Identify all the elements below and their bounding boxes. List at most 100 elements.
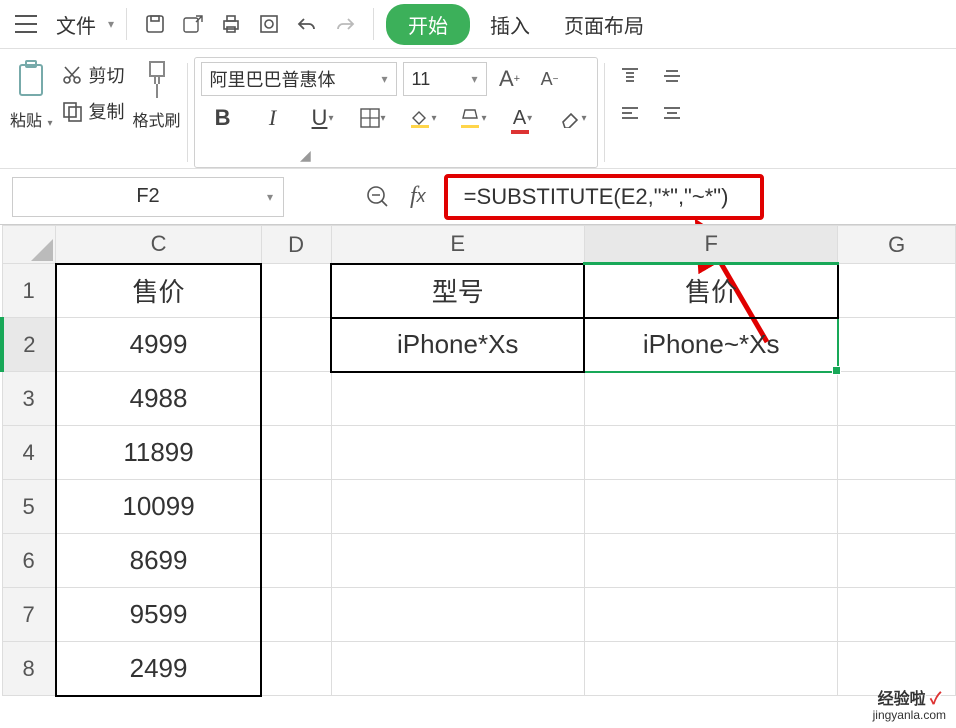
format-painter-button[interactable]: 格式刷 [133, 57, 181, 131]
col-header-f[interactable]: F [584, 226, 837, 264]
cell[interactable]: 8699 [56, 534, 261, 588]
col-header-e[interactable]: E [331, 226, 584, 264]
font-grow-button[interactable]: A+ [493, 62, 527, 96]
fx-icon[interactable]: fx [410, 181, 426, 213]
preview-icon[interactable] [253, 8, 285, 40]
row-header[interactable]: 4 [2, 426, 56, 480]
cell[interactable] [331, 480, 584, 534]
tab-layout[interactable]: 页面布局 [550, 4, 658, 45]
cell[interactable]: 2499 [56, 642, 261, 696]
underline-button[interactable]: U▾ [305, 100, 341, 136]
highlight-button[interactable]: ▾ [455, 100, 491, 136]
cell[interactable] [584, 534, 837, 588]
cell[interactable] [331, 372, 584, 426]
font-size-select[interactable]: 11▾ [403, 62, 487, 96]
cell[interactable] [584, 642, 837, 696]
align-group [611, 57, 691, 168]
tab-start[interactable]: 开始 [386, 4, 470, 45]
copy-button[interactable]: 复制 [57, 95, 129, 127]
cell[interactable] [584, 480, 837, 534]
col-header-c[interactable]: C [56, 226, 261, 264]
cell[interactable] [838, 642, 956, 696]
cell[interactable] [838, 372, 956, 426]
fmt-label: 格式刷 [133, 107, 181, 131]
chevron-down-icon: ▾ [471, 72, 477, 86]
cell[interactable] [261, 264, 331, 318]
cell[interactable] [261, 318, 331, 372]
cell[interactable] [261, 588, 331, 642]
save-icon[interactable] [139, 8, 171, 40]
cell[interactable] [838, 480, 956, 534]
cell[interactable]: 4988 [56, 372, 261, 426]
dialog-launcher-icon[interactable]: ◢ [300, 147, 311, 164]
align-left-button[interactable] [615, 101, 645, 127]
cell[interactable]: iPhone*Xs [331, 318, 584, 372]
cell[interactable] [261, 642, 331, 696]
borders-button[interactable]: ▾ [355, 100, 391, 136]
cell[interactable] [331, 588, 584, 642]
fill-handle[interactable] [832, 366, 841, 375]
zoom-out-icon[interactable] [362, 181, 394, 213]
cell[interactable]: 10099 [56, 480, 261, 534]
align-top-button[interactable] [615, 63, 645, 89]
cell[interactable]: 11899 [56, 426, 261, 480]
cell[interactable] [261, 480, 331, 534]
name-box[interactable]: F2▾ [12, 177, 284, 217]
cell[interactable] [584, 426, 837, 480]
saveas-icon[interactable] [177, 8, 209, 40]
cell[interactable]: 型号 [331, 264, 584, 318]
cell[interactable] [331, 534, 584, 588]
redo-icon[interactable] [329, 8, 361, 40]
row-header[interactable]: 3 [2, 372, 56, 426]
row-header[interactable]: 6 [2, 534, 56, 588]
cell[interactable]: 售价 [584, 264, 837, 318]
spreadsheet-grid[interactable]: C D E F G 1 售价 型号 售价 2 4999 iPhone*Xs iP… [0, 225, 956, 697]
watermark: 经验啦 ✓ jingyanla.com [873, 691, 946, 722]
row-header[interactable]: 5 [2, 480, 56, 534]
undo-icon[interactable] [291, 8, 323, 40]
cell[interactable] [838, 264, 956, 318]
eraser-button[interactable]: ▾ [555, 100, 591, 136]
copy-label: 复制 [89, 98, 125, 124]
fill-color-button[interactable]: ▾ [405, 100, 441, 136]
cell[interactable] [261, 372, 331, 426]
cell[interactable] [838, 318, 956, 372]
active-cell[interactable]: iPhone~*Xs [584, 318, 837, 372]
scissors-icon [61, 64, 83, 86]
row-header[interactable]: 2 [2, 318, 56, 372]
cell[interactable] [261, 534, 331, 588]
font-shrink-button[interactable]: A− [533, 62, 567, 96]
chevron-down-icon: ▾ [47, 118, 52, 129]
col-header-d[interactable]: D [261, 226, 331, 264]
cell[interactable]: 售价 [56, 264, 261, 318]
cell[interactable]: 9599 [56, 588, 261, 642]
align-center-button[interactable] [657, 101, 687, 127]
font-name-select[interactable]: 阿里巴巴普惠体▾ [201, 62, 397, 96]
col-header-g[interactable]: G [838, 226, 956, 264]
menu-icon[interactable] [12, 10, 40, 38]
cell[interactable] [261, 426, 331, 480]
row-header[interactable]: 8 [2, 642, 56, 696]
tab-insert[interactable]: 插入 [476, 4, 544, 45]
paste-button[interactable]: 粘贴 ▾ [10, 57, 53, 131]
cut-button[interactable]: 剪切 [57, 59, 129, 91]
cell[interactable] [331, 426, 584, 480]
select-all-corner[interactable] [2, 226, 56, 264]
bold-button[interactable]: B [205, 100, 241, 136]
row-header[interactable]: 1 [2, 264, 56, 318]
formula-bar[interactable]: =SUBSTITUTE(E2,"*","~*") [444, 174, 764, 220]
cell[interactable]: 4999 [56, 318, 261, 372]
cell[interactable] [838, 588, 956, 642]
cell[interactable] [331, 642, 584, 696]
align-middle-button[interactable] [657, 63, 687, 89]
cell[interactable] [584, 588, 837, 642]
font-color-button[interactable]: A▾ [505, 100, 541, 136]
cell[interactable] [584, 372, 837, 426]
row-header[interactable]: 7 [2, 588, 56, 642]
cell[interactable] [838, 426, 956, 480]
font-name-value: 阿里巴巴普惠体 [210, 66, 336, 92]
file-menu[interactable]: 文件 [46, 6, 106, 43]
print-icon[interactable] [215, 8, 247, 40]
cell[interactable] [838, 534, 956, 588]
italic-button[interactable]: I [255, 100, 291, 136]
